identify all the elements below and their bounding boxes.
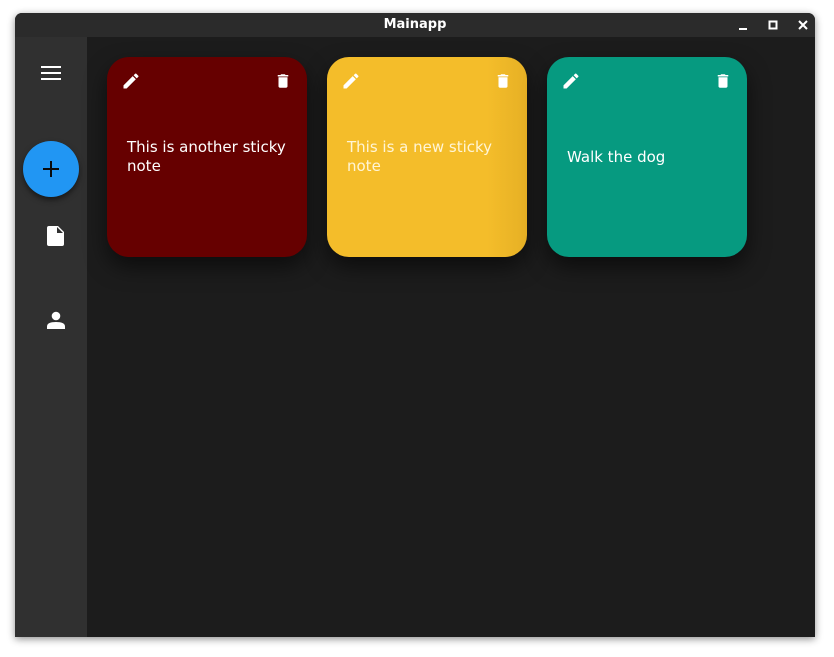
minimize-icon (739, 28, 747, 30)
delete-note-button[interactable] (271, 69, 295, 93)
menu-icon (41, 66, 61, 80)
pencil-icon (343, 73, 359, 89)
person-icon (47, 311, 65, 329)
plus-icon (43, 161, 59, 177)
trash-icon (497, 74, 509, 88)
delete-note-button[interactable] (491, 69, 515, 93)
document-icon (47, 226, 64, 246)
minimize-button[interactable] (733, 16, 753, 34)
menu-button[interactable] (35, 61, 67, 85)
edit-note-button[interactable] (119, 69, 143, 93)
close-button[interactable] (793, 16, 813, 34)
sticky-note[interactable]: Walk the dog (547, 57, 747, 257)
note-text: This is a new sticky note (347, 138, 493, 175)
pencil-icon (123, 73, 139, 89)
account-nav-button[interactable] (41, 305, 71, 335)
maximize-button[interactable] (763, 16, 783, 34)
edit-note-button[interactable] (339, 69, 363, 93)
add-note-button[interactable] (23, 141, 79, 197)
note-text: This is another sticky note (127, 138, 286, 175)
maximize-icon (768, 20, 778, 30)
app-window: Mainapp This is another sticky note This… (15, 13, 815, 637)
notes-nav-button[interactable] (41, 221, 71, 251)
pencil-icon (563, 73, 579, 89)
edit-note-button[interactable] (559, 69, 583, 93)
title-bar[interactable]: Mainapp (15, 13, 815, 37)
close-icon (798, 20, 808, 30)
sticky-note[interactable]: This is a new sticky note (327, 57, 527, 257)
navigation-rail (15, 37, 87, 637)
note-text: Walk the dog (567, 148, 666, 166)
sticky-note[interactable]: This is another sticky note (107, 57, 307, 257)
notes-grid: This is another sticky note This is a ne… (87, 37, 815, 637)
trash-icon (277, 74, 289, 88)
delete-note-button[interactable] (711, 69, 735, 93)
trash-icon (717, 74, 729, 88)
window-title: Mainapp (383, 17, 447, 32)
